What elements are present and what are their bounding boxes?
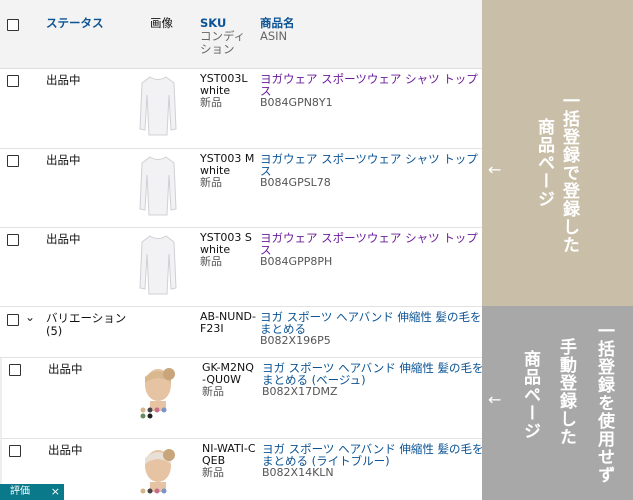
status-text: 出品中 <box>48 443 83 457</box>
product-name: ヨガ スポーツ ヘアバンド 伸縮性 髪の毛をまとめる (ベージュ) B082X1… <box>262 362 482 398</box>
condition-header: コンディション <box>200 29 246 56</box>
product-name-link[interactable]: ヨガ スポーツ ヘアバンド 伸縮性 髪の毛をまとめる (ライトブルー) <box>262 443 482 467</box>
hairband-thumbnail[interactable] <box>136 361 186 421</box>
row-checkbox[interactable] <box>9 364 21 376</box>
inventory-table: ステータス 画像 SKU コンディション 商品名 ASIN 出品中 YST003… <box>0 0 482 500</box>
status-text: 出品中 <box>46 73 81 87</box>
table-row: 出品中 YST003 Mwhite 新品 ヨガウェア スポーツウェア シャツ ト… <box>0 149 482 228</box>
sku-value: YST003L white <box>200 72 248 97</box>
product-name-link[interactable]: ヨガウェア スポーツウェア シャツ トップス <box>260 153 482 177</box>
asin-text: B084GPP8PH <box>260 255 333 268</box>
variation-row: ⌄ バリエーション (5) AB-NUND-F23I ヨガ スポーツ ヘアバンド… <box>0 307 482 358</box>
annotation-line: 手動登録した <box>556 338 576 446</box>
product-name: ヨガ スポーツ ヘアバンド 伸縮性 髪の毛をまとめる B082X196P5 <box>260 311 482 347</box>
asin-text: B082X196P5 <box>260 334 331 347</box>
feedback-badge[interactable]: 評価 × <box>0 484 64 500</box>
condition-value: 新品 <box>200 176 222 189</box>
image-column-header: 画像 <box>150 16 173 30</box>
product-name: ヨガウェア スポーツウェア シャツ トップス B084GPSL78 <box>260 153 482 189</box>
annotation-line: 商品ページ <box>520 350 540 440</box>
sku-text: NI-WATI-CQEB 新品 <box>202 443 258 479</box>
row-checkbox[interactable] <box>9 445 21 457</box>
hairband-thumbnail[interactable] <box>136 442 186 500</box>
sku-value: NI-WATI-CQEB <box>202 442 256 467</box>
manual-registration-annotation: 一括登録を使用せず 手動登録した 商品ページ ← <box>482 306 633 500</box>
table-row: 出品中 NI-WATI-CQEB 新品 ヨガ スポーツ ヘアバンド 伸縮性 髪の… <box>0 439 482 500</box>
table-row: 出品中 YST003L white 新品 ヨガウェア スポーツウェア シャツ ト… <box>0 69 482 149</box>
left-arrow-icon: ← <box>488 160 502 179</box>
close-icon[interactable]: × <box>51 484 60 500</box>
row-checkbox[interactable] <box>7 75 19 87</box>
condition-value: 新品 <box>200 96 222 109</box>
condition-value: 新品 <box>200 255 222 268</box>
product-name: ヨガ スポーツ ヘアバンド 伸縮性 髪の毛をまとめる (ライトブルー) B082… <box>262 443 482 479</box>
asin-text: B084GPN8Y1 <box>260 96 333 109</box>
sku-value: YST003 Mwhite <box>200 152 255 177</box>
product-name: ヨガウェア スポーツウェア シャツ トップス B084GPN8Y1 <box>260 73 482 109</box>
table-header: ステータス 画像 SKU コンディション 商品名 ASIN <box>0 0 482 69</box>
feedback-label: 評価 <box>10 486 30 497</box>
product-name: ヨガウェア スポーツウェア シャツ トップス B084GPP8PH <box>260 232 482 268</box>
status-column-header[interactable]: ステータス <box>46 17 104 30</box>
bulk-registration-annotation: 一括登録で登録した 商品ページ ← <box>482 0 633 306</box>
annotation-line: 一括登録を使用せず <box>594 322 614 484</box>
status-text: 出品中 <box>46 232 81 246</box>
product-name-link[interactable]: ヨガウェア スポーツウェア シャツ トップス <box>260 232 482 256</box>
table-row: 出品中 YST003 Swhite 新品 ヨガウェア スポーツウェア シャツ ト… <box>0 228 482 307</box>
sku-value: YST003 Swhite <box>200 231 252 256</box>
sku-text: GK-M2NQ-QU0W 新品 <box>202 362 258 398</box>
name-column-header: 商品名 ASIN <box>260 17 295 43</box>
row-checkbox[interactable] <box>7 155 19 167</box>
row-checkbox[interactable] <box>7 234 19 246</box>
sku-text: YST003L white 新品 <box>200 73 256 109</box>
table-row: 出品中 GK-M2NQ-QU0W 新品 ヨガ スポーツ ヘアバンド 伸縮性 髪の… <box>0 358 482 439</box>
condition-value: 新品 <box>202 466 224 479</box>
sku-text: YST003 Mwhite 新品 <box>200 153 256 189</box>
status-text: 出品中 <box>46 153 81 167</box>
asin-text: B084GPSL78 <box>260 176 331 189</box>
sku-value: GK-M2NQ-QU0W <box>202 361 254 386</box>
row-checkbox[interactable] <box>7 314 19 326</box>
sku-text: AB-NUND-F23I <box>200 310 256 335</box>
condition-value: 新品 <box>202 385 224 398</box>
status-text: 出品中 <box>48 362 83 376</box>
select-all-checkbox[interactable] <box>7 19 19 31</box>
product-name-link[interactable]: ヨガ スポーツ ヘアバンド 伸縮性 髪の毛をまとめる <box>260 311 482 335</box>
variation-status-text: バリエーション (5) <box>46 311 127 338</box>
chevron-down-icon[interactable]: ⌄ <box>25 310 35 324</box>
annotation-line: 商品ページ <box>534 118 554 208</box>
asin-text: B082X14KLN <box>262 466 334 479</box>
shirt-thumbnail[interactable] <box>136 153 180 217</box>
shirt-thumbnail[interactable] <box>136 232 180 296</box>
annotation-line: 一括登録で登録した <box>559 92 579 254</box>
asin-header: ASIN <box>260 29 288 43</box>
shirt-thumbnail[interactable] <box>136 73 180 137</box>
product-name-link[interactable]: ヨガ スポーツ ヘアバンド 伸縮性 髪の毛をまとめる (ベージュ) <box>262 362 482 386</box>
left-arrow-icon: ← <box>488 390 502 409</box>
product-name-link[interactable]: ヨガウェア スポーツウェア シャツ トップス <box>260 73 482 97</box>
asin-text: B082X17DMZ <box>262 385 338 398</box>
sku-text: YST003 Swhite 新品 <box>200 232 256 268</box>
sku-column-header: SKU コンディション <box>200 17 256 56</box>
